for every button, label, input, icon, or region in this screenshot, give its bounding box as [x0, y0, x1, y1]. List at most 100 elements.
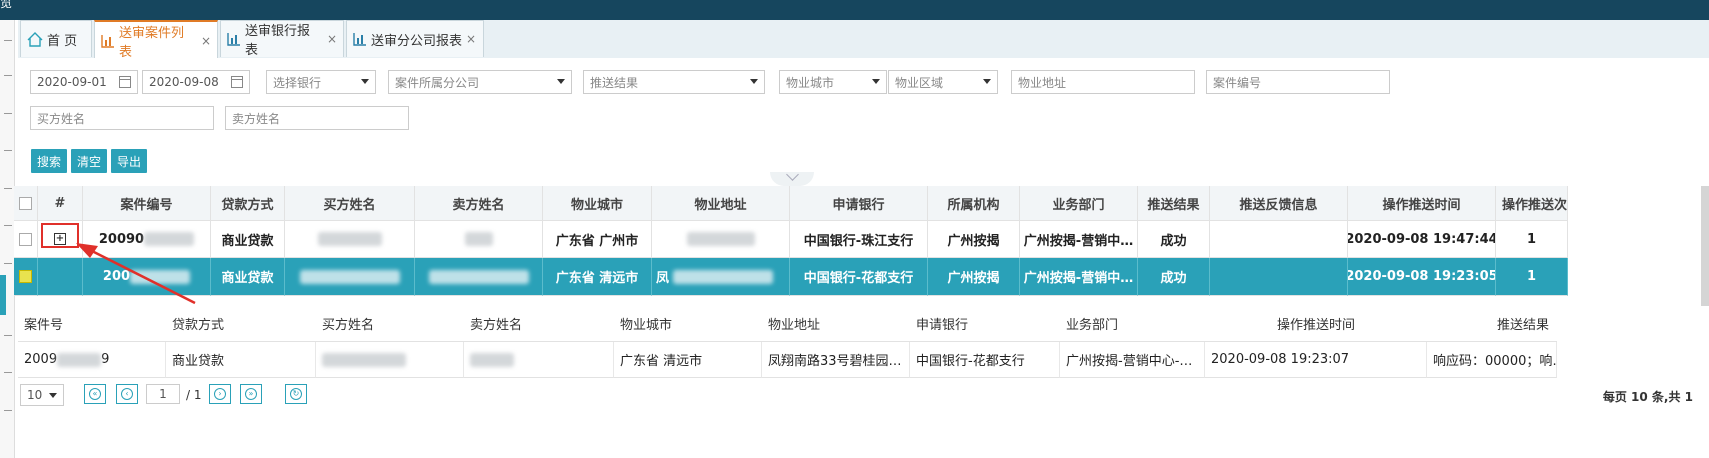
- calendar-icon: [119, 76, 131, 88]
- city-select[interactable]: 物业城市: [779, 70, 887, 94]
- sub-column-header: 案件号: [18, 306, 166, 342]
- prev-page-icon: ‹: [121, 388, 133, 400]
- district-select[interactable]: 物业区域: [888, 70, 998, 94]
- bar-chart-icon: [227, 33, 240, 46]
- column-header[interactable]: 推送结果: [1138, 186, 1210, 221]
- table-row-selected[interactable]: 200 商业贷款 广东省 清远市 凤 中国银行-花都支行 广州按揭 广州按揭-营…: [14, 258, 1709, 296]
- tab-label: 送审案件列表: [118, 25, 184, 60]
- tab-home[interactable]: 首 页: [20, 20, 92, 57]
- bar-chart-icon: [353, 33, 366, 46]
- sub-case-number: 2009: [24, 352, 58, 367]
- select-all-checkbox[interactable]: [19, 196, 32, 210]
- sidebar-active-indicator: [0, 275, 6, 315]
- table-header-row: # 案件编号 贷款方式 买方姓名 卖方姓名 物业城市 物业地址 申请银行 所属机…: [14, 186, 1709, 221]
- column-header[interactable]: 物业城市: [543, 186, 652, 221]
- column-header[interactable]: 卖方姓名: [415, 186, 543, 221]
- seller-name-input[interactable]: 卖方姓名: [225, 106, 409, 130]
- sub-department: 广州按揭-营销中心-…: [1060, 342, 1205, 378]
- refresh-icon: ↻: [290, 388, 302, 400]
- row-checkbox-checked[interactable]: [19, 270, 32, 283]
- property-address: 凤: [656, 271, 670, 286]
- page-number-input[interactable]: 1: [146, 384, 180, 404]
- column-header[interactable]: 贷款方式: [211, 186, 285, 221]
- case-no-input[interactable]: 案件编号: [1206, 70, 1390, 94]
- push-result-select[interactable]: 推送结果: [583, 70, 765, 94]
- refresh-button[interactable]: ↻: [285, 384, 307, 404]
- column-header[interactable]: 操作推送时间: [1348, 186, 1496, 221]
- close-icon[interactable]: ×: [327, 32, 337, 46]
- apply-bank: 中国银行-花都支行: [790, 258, 928, 296]
- sub-loan-type: 商业贷款: [166, 342, 316, 378]
- next-page-icon: ›: [214, 388, 226, 400]
- column-header[interactable]: 操作推送次: [1496, 186, 1568, 221]
- push-result: 成功: [1138, 221, 1210, 258]
- export-button[interactable]: 导出: [111, 149, 147, 173]
- first-page-button[interactable]: «: [84, 384, 106, 404]
- next-page-button[interactable]: ›: [209, 384, 231, 404]
- push-time: 2020-09-08 19:47:44: [1348, 221, 1496, 258]
- sub-property-address: 凤翔南路33号碧桂园…: [762, 342, 910, 378]
- property-city: 广东省 广州市: [543, 221, 652, 258]
- sub-column-header: 推送结果: [1427, 306, 1557, 342]
- chevron-down-icon: [872, 79, 880, 84]
- sub-apply-bank: 中国银行-花都支行: [910, 342, 1060, 378]
- sub-property-city: 广东省 清远市: [614, 342, 762, 378]
- tab-label: 送审银行报表: [244, 24, 310, 58]
- subtable-row[interactable]: 2009 9 商业贷款 广东省 清远市 凤翔南路33号碧桂园… 中国银行-花都支行…: [18, 342, 1709, 378]
- chevron-down-icon: [750, 79, 758, 84]
- redacted-text: [57, 352, 102, 367]
- sub-column-header: 物业地址: [762, 306, 910, 342]
- loan-type: 商业贷款: [211, 221, 285, 258]
- prev-page-button[interactable]: ‹: [116, 384, 138, 404]
- tab-bank-report[interactable]: 送审银行报表 ×: [220, 20, 344, 58]
- redacted-address: [686, 232, 755, 246]
- organization: 广州按揭: [928, 221, 1020, 258]
- column-header[interactable]: 推送反馈信息: [1210, 186, 1348, 221]
- home-icon: [27, 31, 43, 47]
- sub-push-time: 2020-09-08 19:23:07: [1205, 342, 1427, 378]
- close-icon[interactable]: ×: [201, 34, 211, 48]
- table-row[interactable]: + 20090 商业贷款 广东省 广州市 中国银行-珠江支行 广州按揭 广州按揭…: [14, 221, 1709, 258]
- push-count: 1: [1496, 258, 1568, 296]
- redacted-buyer: [317, 232, 382, 246]
- case-number: 20090: [98, 231, 145, 247]
- department: 广州按揭-营销中…: [1020, 221, 1138, 258]
- tab-label: 送审分公司报表: [371, 33, 463, 49]
- row-checkbox[interactable]: [19, 232, 32, 246]
- case-number: 200: [102, 269, 131, 284]
- close-icon[interactable]: ×: [466, 32, 476, 46]
- sub-column-header: 业务部门: [1060, 306, 1205, 342]
- address-input[interactable]: 物业地址: [1011, 70, 1195, 94]
- sub-column-header: 贷款方式: [166, 306, 316, 342]
- tab-branch-report[interactable]: 送审分公司报表 ×: [346, 20, 484, 57]
- last-page-button[interactable]: »: [240, 384, 262, 404]
- buyer-name-input[interactable]: 买方姓名: [30, 106, 214, 130]
- tab-label: 首 页: [47, 33, 78, 49]
- push-feedback: [1210, 221, 1348, 258]
- column-header[interactable]: 所属机构: [928, 186, 1020, 221]
- horizontal-scroll-indicator[interactable]: [1701, 186, 1709, 306]
- branch-select[interactable]: 案件所属分公司: [388, 70, 572, 94]
- column-header[interactable]: 案件编号: [83, 186, 211, 221]
- push-time: 2020-09-08 19:23:05: [1348, 258, 1496, 296]
- subtable-header-row: 案件号 贷款方式 买方姓名 卖方姓名 物业城市 物业地址 申请银行 业务部门 操…: [18, 306, 1709, 342]
- bank-select[interactable]: 选择银行: [266, 70, 376, 94]
- redacted-text: [130, 269, 191, 284]
- pagination-bar: 10 « ‹ 1 / 1 › » ↻ 每页 10 条,共 1: [18, 379, 1709, 411]
- search-button[interactable]: 搜索: [31, 149, 67, 173]
- push-count: 1: [1496, 221, 1568, 258]
- page-size-select[interactable]: 10: [20, 384, 64, 406]
- tab-case-list[interactable]: 送审案件列表 ×: [94, 20, 218, 60]
- column-header[interactable]: 物业地址: [652, 186, 790, 221]
- column-header[interactable]: 申请银行: [790, 186, 928, 221]
- chevron-down-icon: [361, 79, 369, 84]
- detail-subtable: 案件号 贷款方式 买方姓名 卖方姓名 物业城市 物业地址 申请银行 业务部门 操…: [18, 306, 1709, 378]
- app-title: 览: [0, 0, 13, 10]
- page-total-label: / 1: [186, 388, 202, 402]
- date-to-input[interactable]: 2020-09-08: [142, 70, 250, 94]
- date-from-input[interactable]: 2020-09-01: [30, 70, 138, 94]
- clear-button[interactable]: 清空: [71, 149, 107, 173]
- column-header[interactable]: 买方姓名: [285, 186, 415, 221]
- column-header[interactable]: 业务部门: [1020, 186, 1138, 221]
- sub-column-header: 买方姓名: [316, 306, 464, 342]
